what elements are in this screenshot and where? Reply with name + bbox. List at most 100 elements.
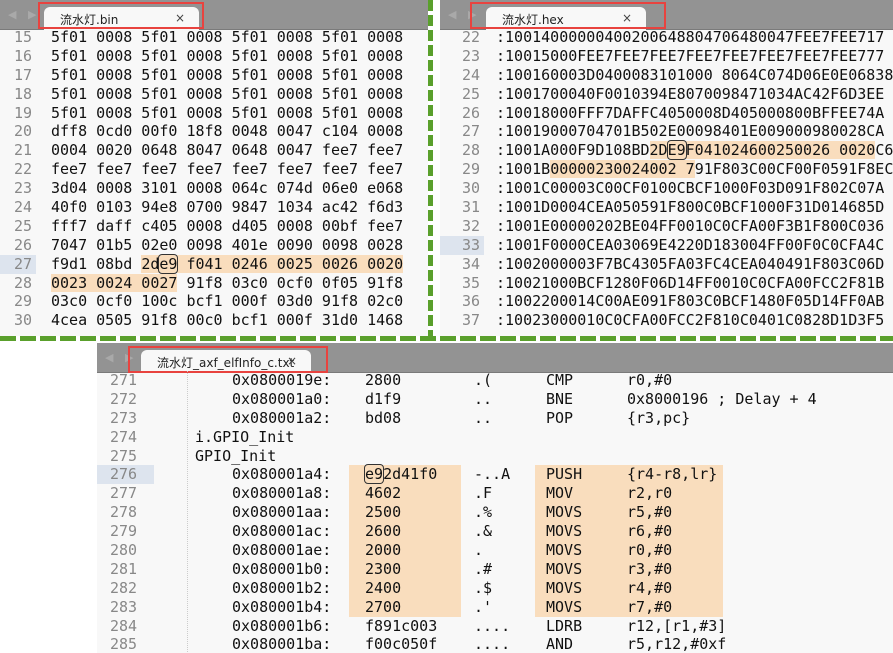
text-segment: 0004 0020 0648 8047 0648 0047 fee7 fee7 [51,141,404,160]
line-number: 274 [109,427,138,446]
code-line[interactable]: 26:10018000FFF7DAFFC4050008D405000800BFF… [440,104,893,123]
code-line[interactable]: 26 7047 01b5 02e0 0098 401e 0090 0098 002… [0,236,428,255]
code-line[interactable]: 25:1001700040F0010394E8070098471034AC42F… [440,85,893,104]
code-line[interactable]: 30:1001C00003C00CF0100CBCF1000F03D091F80… [440,179,893,198]
mnemonic: MOV [546,484,574,503]
opcode-hex: 2300 [365,559,402,578]
code-line[interactable]: 15 5f01 0008 5f01 0008 5f01 0008 5f01 000… [0,28,428,47]
code-line[interactable]: 272 0x080001a0: d1f9.. BNE 0x8000196 ; Delay… [97,390,893,409]
text-segment: fee7 fee7 fee7 fee7 fee7 fee7 fee7 fee7 [51,160,404,179]
code-line[interactable]: 28 0023 0024 0027 91f8 03c0 0cf0 0f05 91f… [0,273,428,293]
code-line[interactable]: 27:10019000704701B502E00098401E009000980… [440,122,893,141]
line-text: f9d1 08bd 2de9 f041 0246 0025 0026 0020 [51,253,404,274]
ascii: .' [474,597,493,616]
address: 0x080001b6: [232,616,332,635]
code-line[interactable]: 277 0x080001a8: 4602 .F MOV r2,r0 [97,484,893,504]
code-line[interactable]: 28:1001A000F9D108BD2DE9F041024600250026 … [440,140,893,161]
code-line[interactable]: 274 i.GPIO_Init [97,428,893,447]
code-line[interactable]: 31:1001D0004CEA050591F800C0BCF1000F31D01… [440,198,893,217]
code-line[interactable]: 22:10014000000400200648804706480047FEE7F… [440,28,893,47]
line-number: 279 [109,522,138,541]
code-line[interactable]: 280 0x080001ae: 2000. MOVS r0,#0 [97,541,893,560]
operands: r2,r0 [627,484,673,503]
code-line[interactable]: 21 0004 0020 0648 8047 0648 0047 fee7 fee… [0,141,428,160]
hex-content[interactable]: 22:10014000000400200648804706480047FEE7F… [440,28,893,330]
tab-nav-arrows-icon[interactable]: ◀ ▶ [8,8,40,21]
operands: r12,[r1,#3] [627,616,727,635]
mnemonic: PUSH [546,465,583,484]
text-segment: :1002000003F7BC4305FA03FC4CEA040491F803C… [496,254,885,273]
code-line[interactable]: 27 f9d1 08bd 2de9 f041 0246 0025 0026 002… [0,253,428,274]
text-segment: :1001F0000CEA03069E4220D183004FF00F0C0CF… [496,235,885,254]
text-segment: 7047 01b5 02e0 0098 401e 0090 0098 0028 [51,235,404,254]
code-line[interactable]: 24:100160003D0400083101000 8064C074D06E0… [440,66,893,85]
code-line[interactable]: 24 40f0 0103 94e8 0700 9847 1034 ac42 f6d… [0,198,428,217]
mnemonic: BNE [546,389,574,408]
address: 0x080001a0: [232,389,332,408]
code-line[interactable]: 16 5f01 0008 5f01 0008 5f01 0008 5f01 000… [0,47,428,66]
mnemonic: MOVS [546,522,583,541]
divider-horizontal [0,336,893,341]
code-line[interactable]: 275 GPIO_Init [97,447,893,466]
line-text: :1001B00000230024002 791F803C00CF00F0591… [496,160,893,179]
code-line[interactable]: 283 0x080001b4: 2700 .' MOVS r7,#0 [97,597,893,617]
code-line[interactable]: 18 5f01 0008 5f01 0008 5f01 0008 5f01 000… [0,85,428,104]
code-line[interactable]: 36:1002200014C00AE091F803C0BCF1480F05D14… [440,292,893,311]
code-line[interactable]: 29 03c0 0cf0 100c bcf1 000f 03d0 91f8 02c… [0,292,428,311]
code-line[interactable]: 29:1001B00000230024002 791F803C00CF00F05… [440,160,893,179]
code-line[interactable]: 281 0x080001b0: 2300 .# MOVS r3,#0 [97,559,893,579]
code-line[interactable]: 273 0x080001a2: bd08.. POP {r3,pc} [97,409,893,428]
code-line[interactable]: 279 0x080001ac: 2600 .& MOVS r6,#0 [97,522,893,542]
highlighted-bytes: 2d [141,254,160,273]
code-line[interactable]: 17 5f01 0008 5f01 0008 5f01 0008 5f01 000… [0,66,428,85]
line-number: 28 [461,141,480,160]
elf-content[interactable]: 271 0x0800019e: 2800 .(CMP r0,#0 272 0x080001a… [97,371,893,653]
line-text: 5f01 0008 5f01 0008 5f01 0008 5f01 0008 [51,28,403,47]
code-line[interactable]: 276 0x080001a4: e92d41f0 -..A PUSH {r4-r8,lr} [97,464,893,485]
line-number: 29 [13,292,32,311]
code-line[interactable]: 23:10015000FEE7FEE7FEE7FEE7FEE7FEE7FEE7F… [440,47,893,66]
line-number: 22 [461,28,480,46]
operands: 0x8000196 ; Delay + 4 [627,389,817,408]
code-line[interactable]: 25 fff7 daff c405 0008 d405 0008 00bf fee… [0,217,428,236]
ascii: .# [474,559,493,578]
code-line[interactable]: 284 0x080001b6: f891c003.... LDRB r12,[r1,#3… [97,617,893,636]
line-number: 15 [13,28,32,46]
bin-content[interactable]: 15 5f01 0008 5f01 0008 5f01 0008 5f01 000… [0,28,428,330]
text-segment: :1001B [496,160,551,179]
mnemonic: MOVS [546,597,583,616]
code-line[interactable]: 32 :1001E00000202BE04FF0010C0CFA00F3B1F80… [440,217,893,236]
operands: r6,#0 [627,522,673,541]
code-line[interactable]: 22 fee7 fee7 fee7 fee7 fee7 fee7 fee7 fee… [0,160,428,179]
text-segment: 5f01 0008 5f01 0008 5f01 0008 5f01 0008 [51,28,404,46]
text-segment: :10015000FEE7FEE7FEE7FEE7FEE7FEE7FEE7FEE… [496,46,885,65]
line-text: :1001E00000202BE04FF0010C0CFA00F3B1F800C… [496,217,884,236]
code-line[interactable]: 20 dff8 0cd0 00f0 18f8 0048 0047 c104 000… [0,122,428,141]
line-number: 16 [13,46,32,65]
line-number: 27 [0,254,36,274]
line-text: fff7 daff c405 0008 d405 0008 00bf fee7 [51,217,403,236]
ascii: .% [474,503,493,522]
line-number: 30 [13,311,32,330]
code-line[interactable]: 19 5f01 0008 5f01 0008 5f01 0008 5f01 000… [0,104,428,123]
address: 0x080001aa: [232,503,332,522]
ascii: .. [474,389,493,408]
code-line[interactable]: 278 0x080001aa: 2500.% MOVS r5,#0 [97,503,893,523]
code-line[interactable]: 33:1001F0000CEA03069E4220D183004FF00F0C0… [440,235,893,255]
code-line[interactable]: 282 0x080001b2: 2400 .$ MOVS r4,#0 [97,578,893,598]
line-text: :1002000003F7BC4305FA03FC4CEA040491F803C… [496,255,884,274]
line-text: :1002200014C00AE091F803C0BCF1480F05D14FF… [496,292,884,311]
code-line[interactable]: 34:1002000003F7BC4305FA03FC4CEA040491F80… [440,255,893,274]
text-segment: :1001A000F9D108BD [496,141,650,160]
line-number: 32 [461,216,480,235]
code-line[interactable]: 35:10021000BCF1280F06D14FF0010C0CFA00FCC… [440,274,893,293]
code-line[interactable]: 37:10023000010C0CFA00FCC2F810C0401C0828D… [440,311,893,330]
code-line[interactable]: 30 4cea 0505 91f8 00c0 bcf1 000f 31d0 146… [0,311,428,330]
elf-info-panel: ◀ ▶ 流水灯_axf_elfInfo_c.txt × 271 0x0800019… [97,343,893,653]
code-line[interactable]: 271 0x0800019e: 2800 .(CMP r0,#0 [97,371,893,390]
code-line[interactable]: 23 3d04 0008 3101 0008 064c 074d 06e0 e06… [0,179,428,198]
highlighted-bytes: f041 0246 0025 0026 0020 [177,254,404,273]
operands: r3,#0 [627,559,673,578]
line-number: 284 [109,616,138,635]
code-line[interactable]: 285 0x080001ba: f00c050f.... AND r5,r12,#0xf [97,635,893,653]
